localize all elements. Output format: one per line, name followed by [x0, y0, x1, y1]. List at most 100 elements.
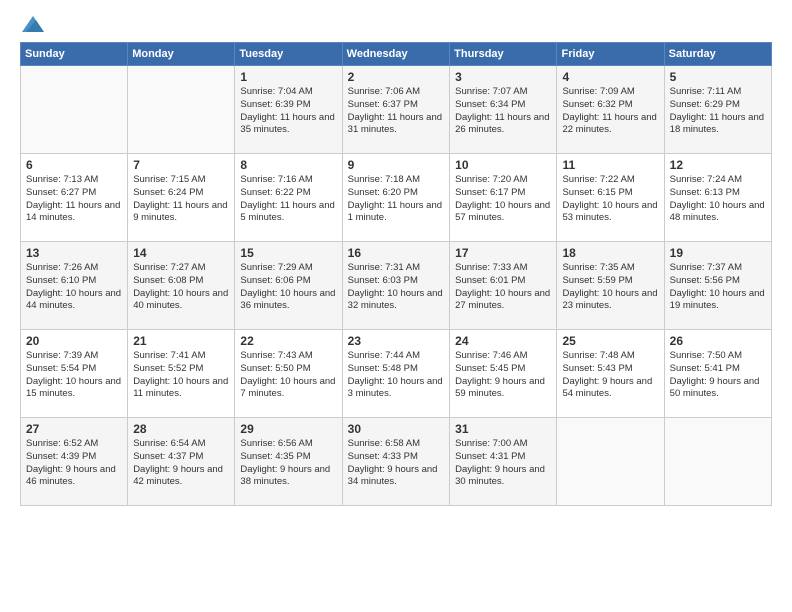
day-number: 22 — [240, 334, 336, 348]
day-number: 26 — [670, 334, 766, 348]
day-info: Sunrise: 7:24 AMSunset: 6:13 PMDaylight:… — [670, 174, 766, 225]
day-number: 8 — [240, 158, 336, 172]
day-number: 6 — [26, 158, 122, 172]
day-number: 30 — [348, 422, 444, 436]
day-info: Sunrise: 7:16 AMSunset: 6:22 PMDaylight:… — [240, 174, 336, 225]
calendar-cell: 30 Sunrise: 6:58 AMSunset: 4:33 PMDayligh… — [342, 418, 449, 506]
day-number: 12 — [670, 158, 766, 172]
calendar-cell — [664, 418, 771, 506]
calendar-cell: 16 Sunrise: 7:31 AMSunset: 6:03 PMDayligh… — [342, 242, 449, 330]
day-number: 31 — [455, 422, 551, 436]
calendar-header-row: SundayMondayTuesdayWednesdayThursdayFrid… — [21, 43, 772, 66]
day-info: Sunrise: 7:18 AMSunset: 6:20 PMDaylight:… — [348, 174, 444, 225]
header-wednesday: Wednesday — [342, 43, 449, 66]
calendar-cell: 3 Sunrise: 7:07 AMSunset: 6:34 PMDaylight… — [450, 66, 557, 154]
day-info: Sunrise: 7:39 AMSunset: 5:54 PMDaylight:… — [26, 350, 122, 401]
calendar-cell: 6 Sunrise: 7:13 AMSunset: 6:27 PMDaylight… — [21, 154, 128, 242]
day-number: 4 — [562, 70, 658, 84]
day-info: Sunrise: 7:11 AMSunset: 6:29 PMDaylight:… — [670, 86, 766, 137]
day-number: 16 — [348, 246, 444, 260]
day-info: Sunrise: 7:27 AMSunset: 6:08 PMDaylight:… — [133, 262, 229, 313]
day-number: 13 — [26, 246, 122, 260]
day-number: 1 — [240, 70, 336, 84]
week-row-3: 13 Sunrise: 7:26 AMSunset: 6:10 PMDayligh… — [21, 242, 772, 330]
calendar-cell: 10 Sunrise: 7:20 AMSunset: 6:17 PMDayligh… — [450, 154, 557, 242]
day-number: 28 — [133, 422, 229, 436]
day-info: Sunrise: 7:07 AMSunset: 6:34 PMDaylight:… — [455, 86, 551, 137]
week-row-2: 6 Sunrise: 7:13 AMSunset: 6:27 PMDaylight… — [21, 154, 772, 242]
calendar-cell: 7 Sunrise: 7:15 AMSunset: 6:24 PMDaylight… — [128, 154, 235, 242]
week-row-5: 27 Sunrise: 6:52 AMSunset: 4:39 PMDayligh… — [21, 418, 772, 506]
day-info: Sunrise: 7:43 AMSunset: 5:50 PMDaylight:… — [240, 350, 336, 401]
calendar-cell: 22 Sunrise: 7:43 AMSunset: 5:50 PMDayligh… — [235, 330, 342, 418]
day-info: Sunrise: 7:00 AMSunset: 4:31 PMDaylight:… — [455, 438, 551, 489]
calendar-cell: 9 Sunrise: 7:18 AMSunset: 6:20 PMDaylight… — [342, 154, 449, 242]
calendar-cell: 26 Sunrise: 7:50 AMSunset: 5:41 PMDayligh… — [664, 330, 771, 418]
day-number: 9 — [348, 158, 444, 172]
calendar-cell: 19 Sunrise: 7:37 AMSunset: 5:56 PMDayligh… — [664, 242, 771, 330]
calendar-cell: 24 Sunrise: 7:46 AMSunset: 5:45 PMDayligh… — [450, 330, 557, 418]
day-number: 2 — [348, 70, 444, 84]
day-info: Sunrise: 7:33 AMSunset: 6:01 PMDaylight:… — [455, 262, 551, 313]
calendar-cell: 17Sunrise: 7:33 AMSunset: 6:01 PMDayligh… — [450, 242, 557, 330]
day-info: Sunrise: 6:56 AMSunset: 4:35 PMDaylight:… — [240, 438, 336, 489]
day-info: Sunrise: 7:50 AMSunset: 5:41 PMDaylight:… — [670, 350, 766, 401]
day-number: 27 — [26, 422, 122, 436]
calendar-cell: 15Sunrise: 7:29 AMSunset: 6:06 PMDayligh… — [235, 242, 342, 330]
header-saturday: Saturday — [664, 43, 771, 66]
week-row-4: 20Sunrise: 7:39 AMSunset: 5:54 PMDayligh… — [21, 330, 772, 418]
calendar-cell: 29Sunrise: 6:56 AMSunset: 4:35 PMDayligh… — [235, 418, 342, 506]
day-number: 15 — [240, 246, 336, 260]
day-number: 11 — [562, 158, 658, 172]
calendar-cell: 12 Sunrise: 7:24 AMSunset: 6:13 PMDayligh… — [664, 154, 771, 242]
header-sunday: Sunday — [21, 43, 128, 66]
day-info: Sunrise: 7:37 AMSunset: 5:56 PMDaylight:… — [670, 262, 766, 313]
calendar-cell — [128, 66, 235, 154]
day-number: 10 — [455, 158, 551, 172]
day-info: Sunrise: 6:58 AMSunset: 4:33 PMDaylight:… — [348, 438, 444, 489]
calendar-cell: 1 Sunrise: 7:04 AMSunset: 6:39 PMDaylight… — [235, 66, 342, 154]
calendar-cell: 4 Sunrise: 7:09 AMSunset: 6:32 PMDaylight… — [557, 66, 664, 154]
day-info: Sunrise: 7:41 AMSunset: 5:52 PMDaylight:… — [133, 350, 229, 401]
day-info: Sunrise: 7:35 AMSunset: 5:59 PMDaylight:… — [562, 262, 658, 313]
day-info: Sunrise: 6:52 AMSunset: 4:39 PMDaylight:… — [26, 438, 122, 489]
day-number: 7 — [133, 158, 229, 172]
day-info: Sunrise: 7:15 AMSunset: 6:24 PMDaylight:… — [133, 174, 229, 225]
day-number: 14 — [133, 246, 229, 260]
day-number: 3 — [455, 70, 551, 84]
day-info: Sunrise: 7:13 AMSunset: 6:27 PMDaylight:… — [26, 174, 122, 225]
day-info: Sunrise: 7:09 AMSunset: 6:32 PMDaylight:… — [562, 86, 658, 137]
calendar-cell: 18 Sunrise: 7:35 AMSunset: 5:59 PMDayligh… — [557, 242, 664, 330]
day-number: 5 — [670, 70, 766, 84]
calendar-cell: 14 Sunrise: 7:27 AMSunset: 6:08 PMDayligh… — [128, 242, 235, 330]
logo-icon — [22, 16, 44, 32]
page-header — [20, 16, 772, 32]
day-number: 18 — [562, 246, 658, 260]
calendar-cell: 5 Sunrise: 7:11 AMSunset: 6:29 PMDaylight… — [664, 66, 771, 154]
week-row-1: 1 Sunrise: 7:04 AMSunset: 6:39 PMDaylight… — [21, 66, 772, 154]
day-number: 25 — [562, 334, 658, 348]
day-info: Sunrise: 7:46 AMSunset: 5:45 PMDaylight:… — [455, 350, 551, 401]
day-info: Sunrise: 7:26 AMSunset: 6:10 PMDaylight:… — [26, 262, 122, 313]
header-tuesday: Tuesday — [235, 43, 342, 66]
calendar-cell: 27 Sunrise: 6:52 AMSunset: 4:39 PMDayligh… — [21, 418, 128, 506]
day-info: Sunrise: 6:54 AMSunset: 4:37 PMDaylight:… — [133, 438, 229, 489]
calendar-cell: 8 Sunrise: 7:16 AMSunset: 6:22 PMDaylight… — [235, 154, 342, 242]
header-friday: Friday — [557, 43, 664, 66]
calendar-cell: 28 Sunrise: 6:54 AMSunset: 4:37 PMDayligh… — [128, 418, 235, 506]
calendar-cell: 2Sunrise: 7:06 AMSunset: 6:37 PMDaylight… — [342, 66, 449, 154]
day-info: Sunrise: 7:48 AMSunset: 5:43 PMDaylight:… — [562, 350, 658, 401]
day-number: 24 — [455, 334, 551, 348]
day-info: Sunrise: 7:20 AMSunset: 6:17 PMDaylight:… — [455, 174, 551, 225]
calendar-cell: 23 Sunrise: 7:44 AMSunset: 5:48 PMDayligh… — [342, 330, 449, 418]
day-number: 19 — [670, 246, 766, 260]
day-info: Sunrise: 7:04 AMSunset: 6:39 PMDaylight:… — [240, 86, 336, 137]
calendar-cell — [557, 418, 664, 506]
day-number: 23 — [348, 334, 444, 348]
calendar: SundayMondayTuesdayWednesdayThursdayFrid… — [20, 42, 772, 506]
calendar-cell: 13 Sunrise: 7:26 AMSunset: 6:10 PMDayligh… — [21, 242, 128, 330]
day-info: Sunrise: 7:44 AMSunset: 5:48 PMDaylight:… — [348, 350, 444, 401]
calendar-cell: 25 Sunrise: 7:48 AMSunset: 5:43 PMDayligh… — [557, 330, 664, 418]
day-info: Sunrise: 7:31 AMSunset: 6:03 PMDaylight:… — [348, 262, 444, 313]
calendar-cell: 31 Sunrise: 7:00 AMSunset: 4:31 PMDayligh… — [450, 418, 557, 506]
